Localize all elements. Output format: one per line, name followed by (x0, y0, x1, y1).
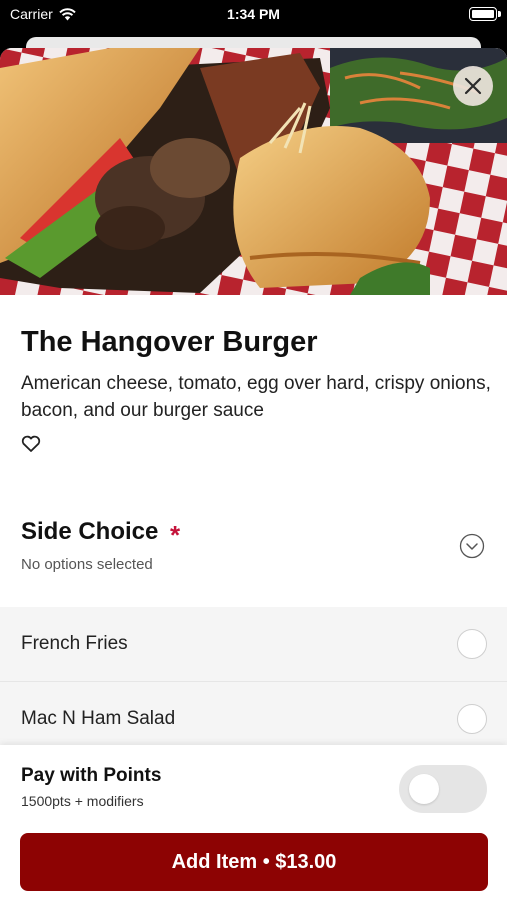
option-label: Mac N Ham Salad (21, 708, 176, 729)
side-options-list: French Fries Mac N Ham Salad (0, 607, 507, 757)
status-time: 1:34 PM (227, 6, 280, 22)
item-detail-sheet: The Hangover Burger American cheese, tom… (0, 48, 507, 900)
item-description: American cheese, tomato, egg over hard, … (21, 373, 491, 421)
toggle-knob (409, 774, 439, 804)
option-label: French Fries (21, 633, 128, 654)
side-choice-subtitle: No options selected (21, 556, 153, 573)
battery-icon (469, 7, 497, 21)
close-icon (464, 77, 482, 95)
pay-with-points-toggle[interactable] (399, 765, 487, 813)
option-french-fries[interactable]: French Fries (0, 607, 507, 682)
status-bar: Carrier 1:34 PM (0, 0, 507, 30)
order-footer: Pay with Points 1500pts + modifiers Add … (0, 745, 507, 900)
chevron-down-icon (459, 533, 485, 559)
item-photo (0, 48, 507, 295)
heart-icon[interactable] (21, 435, 41, 453)
pay-with-points-title: Pay with Points (21, 765, 162, 786)
option-radio[interactable] (457, 704, 487, 734)
pay-with-points-subtitle: 1500pts + modifiers (21, 793, 144, 809)
required-indicator: * (170, 520, 181, 550)
add-item-button[interactable]: Add Item • $13.00 (20, 833, 488, 891)
side-choice-title: Side Choice (21, 518, 159, 545)
close-button[interactable] (453, 66, 493, 106)
battery-tip (498, 11, 501, 17)
item-title: The Hangover Burger (21, 326, 318, 358)
option-radio[interactable] (457, 629, 487, 659)
collapse-toggle[interactable] (459, 533, 485, 559)
